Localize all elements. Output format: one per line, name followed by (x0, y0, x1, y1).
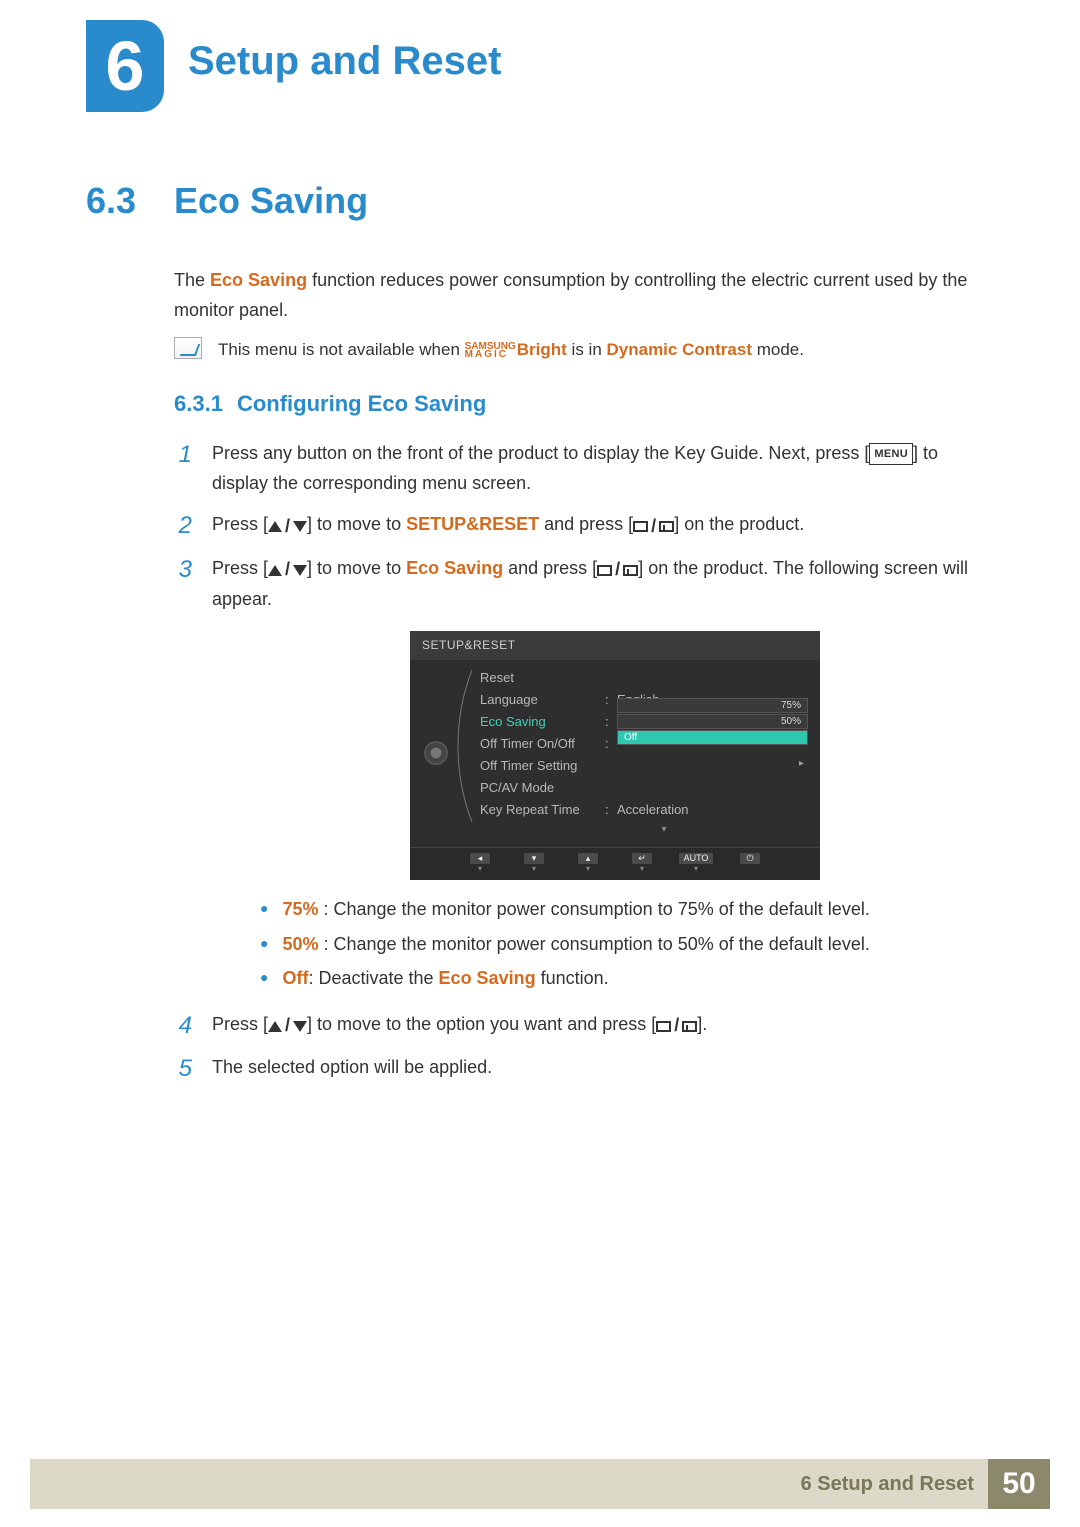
osd-option-75: 75% (617, 698, 808, 713)
subsection-title: Configuring Eco Saving (237, 391, 486, 416)
step-body: Press any button on the front of the pro… (212, 439, 970, 498)
chapter-number-chip: 6 (86, 20, 164, 112)
osd-item-key-repeat: Key Repeat Time (480, 799, 605, 820)
page-footer: 6 Setup and Reset 50 (0, 1459, 1080, 1509)
intro-paragraph: The Eco Saving function reduces power co… (174, 266, 970, 325)
bullet-75: ●75% : Change the monitor power consumpt… (260, 894, 970, 925)
source-enter-icon: / (633, 512, 674, 542)
osd-title: SETUP&RESET (410, 631, 820, 661)
osd-footer-icons: ◂▾ ▾▾ ▴▾ ↵▾ AUTO▾ ⏻ (410, 847, 820, 880)
osd-item-off-timer-onoff: Off Timer On/Off (480, 733, 605, 754)
section-title: Eco Saving (174, 180, 368, 222)
option-bullets: ●75% : Change the monitor power consumpt… (260, 894, 970, 994)
step-number: 4 (174, 1010, 192, 1041)
osd-item-reset: Reset (480, 667, 605, 688)
content: 6.3 Eco Saving The Eco Saving function r… (86, 180, 970, 1096)
osd-right-arrow-icon: ▸ (799, 756, 804, 773)
gear-icon (426, 743, 446, 763)
source-enter-icon: / (597, 555, 638, 585)
step-body: The selected option will be applied. (212, 1053, 970, 1083)
step-1: 1 Press any button on the front of the p… (174, 439, 970, 498)
osd-more-indicator: ▾ (520, 822, 808, 839)
eco-saving-term: Eco Saving (210, 270, 307, 290)
section-number: 6.3 (86, 180, 174, 222)
step-body: Press [/] to move to SETUP&RESET and pre… (212, 510, 970, 541)
step-4: 4 Press [/] to move to the option you wa… (174, 1010, 970, 1041)
step-5: 5 The selected option will be applied. (174, 1053, 970, 1084)
menu-key-icon: MENU (869, 443, 913, 465)
samsung-magic-logo: SAMSUNGMAGIC (465, 343, 516, 359)
chapter-title-box: Setup and Reset (164, 30, 1050, 92)
osd-item-language: Language (480, 689, 605, 710)
subsection-heading: 6.3.1 Configuring Eco Saving (174, 391, 970, 417)
osd-down-icon: ▾ (524, 853, 544, 864)
chapter-title: Setup and Reset (188, 39, 501, 84)
osd-eco-dropdown: 75% 50% Off (617, 698, 808, 745)
section-heading: 6.3 Eco Saving (86, 180, 970, 222)
subsection-number: 6.3.1 (174, 391, 223, 416)
bullet-50: ●50% : Change the monitor power consumpt… (260, 929, 970, 960)
step-number: 1 (174, 439, 192, 470)
step-body: Press [/] to move to the option you want… (212, 1010, 970, 1041)
osd-value-key-repeat: Acceleration (617, 799, 689, 820)
osd-option-50: 50% (617, 714, 808, 729)
osd-item-pcav-mode: PC/AV Mode (480, 777, 605, 798)
steps-list: 1 Press any button on the front of the p… (174, 439, 970, 1084)
step-number: 5 (174, 1053, 192, 1084)
osd-screenshot: SETUP&RESET Reset Language:English Eco S… (260, 631, 970, 880)
step-3: 3 Press [/] to move to Eco Saving and pr… (174, 554, 970, 998)
up-down-icon: / (268, 555, 307, 585)
osd-up-icon: ▴ (578, 853, 598, 864)
osd-auto-label: AUTO (679, 853, 714, 864)
step-2: 2 Press [/] to move to SETUP&RESET and p… (174, 510, 970, 541)
page-number: 50 (988, 1459, 1050, 1509)
up-down-icon: / (268, 1011, 307, 1041)
note-icon (174, 337, 202, 359)
step-number: 3 (174, 554, 192, 585)
osd-item-off-timer-setting: Off Timer Setting (480, 755, 605, 776)
osd-power-icon: ⏻ (740, 853, 760, 864)
source-enter-icon: / (656, 1011, 697, 1041)
up-down-icon: / (268, 512, 307, 542)
bullet-off: ●Off: Deactivate the Eco Saving function… (260, 963, 970, 994)
osd-back-icon: ◂ (470, 853, 490, 864)
footer-label: 6 Setup and Reset (801, 1473, 974, 1496)
osd-option-off: Off (617, 730, 808, 745)
step-body: Press [/] to move to Eco Saving and pres… (212, 554, 970, 998)
step-number: 2 (174, 510, 192, 541)
osd-enter-icon: ↵ (632, 853, 652, 864)
osd-item-eco-saving: Eco Saving (480, 711, 605, 732)
note-text: This menu is not available when SAMSUNGM… (218, 337, 804, 363)
note: This menu is not available when SAMSUNGM… (174, 337, 970, 363)
